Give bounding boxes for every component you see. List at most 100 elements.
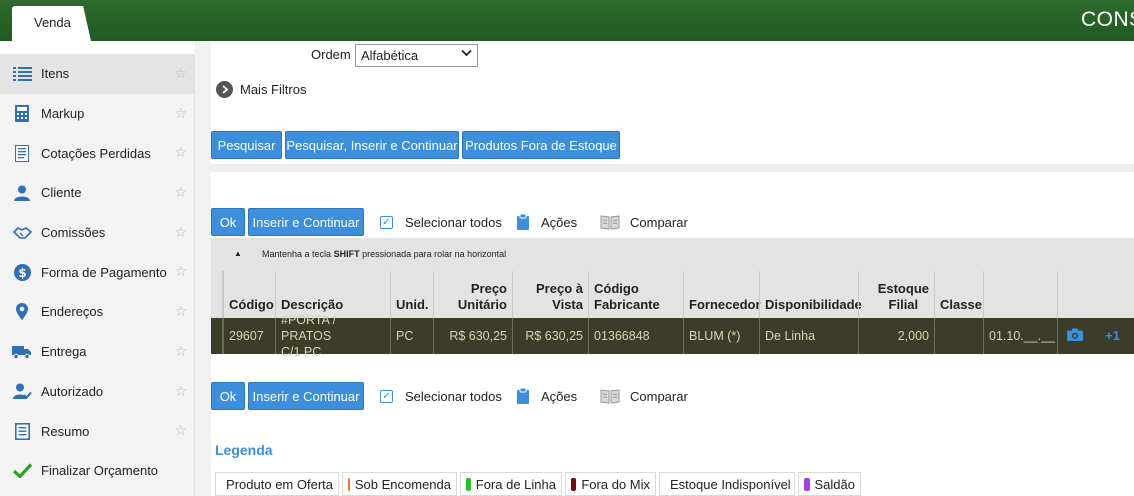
checkmark-icon xyxy=(12,461,32,481)
cell-preco-vista: R$ 630,25 xyxy=(512,318,588,354)
sidebar-item-label: Cliente xyxy=(41,185,82,201)
checkbox-icon: ✓ xyxy=(380,216,393,229)
star-icon[interactable]: ☆ xyxy=(174,65,187,82)
selecionar-todos-label: Selecionar todos xyxy=(405,389,502,404)
header-descricao[interactable]: Descrição xyxy=(275,271,390,318)
document-icon xyxy=(12,421,32,441)
sidebar-item-cliente[interactable]: Cliente ☆ xyxy=(0,173,194,213)
header-label: Classe xyxy=(940,297,982,312)
selecionar-todos-label: Selecionar todos xyxy=(405,215,502,230)
table-header: Código Descrição Unid. Preço Unitário Pre… xyxy=(211,271,1134,318)
sidebar-item-label: Autorizado xyxy=(41,383,104,399)
legend-item-saldao: Saldão xyxy=(798,472,861,496)
acoes-menu[interactable]: Ações xyxy=(517,214,577,230)
header-line: Vista xyxy=(552,297,583,312)
ordem-select[interactable]: Alfabética xyxy=(355,44,478,67)
header-label: Código xyxy=(229,297,274,312)
legend-label: Estoque Indisponível xyxy=(670,476,791,492)
caret-up-icon[interactable]: ▲ xyxy=(234,249,242,258)
mais-filtros-toggle[interactable]: Mais Filtros xyxy=(216,81,306,98)
sidebar-item-itens[interactable]: Itens ☆ xyxy=(0,54,194,94)
header-line: Unitário xyxy=(457,297,507,312)
pesquisar-button[interactable]: Pesquisar xyxy=(211,131,282,159)
legend-item-sob-encomenda: Sob Encomenda xyxy=(342,472,457,496)
header-codigo[interactable]: Código xyxy=(223,271,282,318)
clipboard-icon xyxy=(517,388,529,404)
header-line: Filial xyxy=(888,297,919,312)
star-icon[interactable]: ☆ xyxy=(174,224,187,241)
header-unid[interactable]: Unid. xyxy=(390,271,433,318)
header-label: Fornecedor xyxy=(689,297,761,312)
sidebar-item-finalizar-orcamento[interactable]: Finalizar Orçamento xyxy=(0,451,194,491)
legend-item-fora-mix: Fora do Mix xyxy=(565,472,656,496)
user-check-icon xyxy=(12,381,32,401)
sidebar-item-enderecos[interactable]: Endereços ☆ xyxy=(0,292,194,332)
star-icon[interactable]: ☆ xyxy=(174,184,187,201)
header-label: Preço à Vista xyxy=(536,281,583,313)
table-row[interactable]: 29607 #PORTA / PRATOS C/1 PC PC R$ 630,25… xyxy=(211,313,1134,359)
star-icon[interactable]: ☆ xyxy=(174,422,187,439)
header-estoque-filial[interactable]: Estoque Filial xyxy=(858,271,934,318)
star-icon[interactable]: ☆ xyxy=(174,105,187,122)
header-actions xyxy=(1057,271,1134,318)
sidebar-item-comissoes[interactable]: Comissões ☆ xyxy=(0,213,194,253)
legend-swatch xyxy=(571,477,577,491)
acoes-menu-bottom[interactable]: Ações xyxy=(517,388,577,404)
header-fornecedor[interactable]: Fornecedor xyxy=(683,271,761,318)
separator-bar xyxy=(211,164,1134,172)
header-codigo-fabricante[interactable]: Código Fabricante xyxy=(588,271,683,318)
sidebar-item-entrega[interactable]: Entrega ☆ xyxy=(0,332,194,372)
cell-data: 01.10.__.__ xyxy=(983,318,1057,354)
inserir-continuar-button[interactable]: Inserir e Continuar xyxy=(248,208,364,236)
legend-label: Produto em Oferta xyxy=(226,476,333,492)
header-preco-unitario[interactable]: Preço Unitário xyxy=(433,271,512,318)
book-icon xyxy=(600,388,620,404)
hint-suffix: pressionada para rolar na horizontal xyxy=(359,249,507,259)
star-icon[interactable]: ☆ xyxy=(174,303,187,320)
header-label: Estoque Filial xyxy=(878,281,929,313)
sidebar-item-autorizado[interactable]: Autorizado ☆ xyxy=(0,372,194,412)
sidebar-item-label: Cotações Perdidas xyxy=(41,145,151,161)
sidebar-item-forma-pagamento[interactable]: $ Forma de Pagamento ☆ xyxy=(0,252,194,292)
star-icon[interactable]: ☆ xyxy=(174,343,187,360)
header-line: Código xyxy=(594,281,639,296)
cell-estoque-filial: 2,000 xyxy=(858,318,934,354)
ok-button[interactable]: Ok xyxy=(211,208,245,236)
star-icon[interactable]: ☆ xyxy=(174,383,187,400)
sidebar-item-label: Comissões xyxy=(41,225,106,241)
legend-label: Fora do Mix xyxy=(581,476,650,492)
header-label: Unid. xyxy=(396,297,429,312)
chevron-down-icon xyxy=(461,48,472,60)
legend-swatch xyxy=(348,477,350,491)
sidebar-item-markup[interactable]: Markup ☆ xyxy=(0,94,194,134)
sidebar-item-resumo[interactable]: Resumo ☆ xyxy=(0,411,194,451)
header-disponibilidade[interactable]: Disponibilidade xyxy=(759,271,862,318)
legend-item-produto-oferta: Produto em Oferta xyxy=(215,472,339,496)
legend-label: Fora de Linha xyxy=(475,476,556,492)
produtos-fora-estoque-button[interactable]: Produtos Fora de Estoque xyxy=(462,131,620,159)
more-items-badge[interactable]: +1 xyxy=(1105,328,1120,343)
ok-button-bottom[interactable]: Ok xyxy=(211,382,245,410)
comparar-button-bottom[interactable]: Comparar xyxy=(600,388,688,404)
inserir-continuar-button-bottom[interactable]: Inserir e Continuar xyxy=(248,382,364,410)
clipboard-icon xyxy=(517,214,529,230)
comparar-button[interactable]: Comparar xyxy=(600,214,688,230)
top-bar: Venda CONS xyxy=(0,0,1134,41)
header-line: Preço xyxy=(470,281,507,296)
calculator-icon xyxy=(12,104,32,124)
checkbox-icon: ✓ xyxy=(380,390,393,403)
list-icon xyxy=(12,64,32,84)
sidebar-item-cotacoes-perdidas[interactable]: Cotações Perdidas ☆ xyxy=(0,133,194,173)
selecionar-todos-checkbox-bottom[interactable]: ✓ Selecionar todos xyxy=(380,389,502,404)
header-preco-vista[interactable]: Preço à Vista xyxy=(512,271,588,318)
sidebar-item-label: Forma de Pagamento xyxy=(41,264,167,280)
cell-descricao-text: #PORTA / PRATOS C/1 PC xyxy=(281,312,385,360)
star-icon[interactable]: ☆ xyxy=(174,263,187,280)
selecionar-todos-checkbox[interactable]: ✓ Selecionar todos xyxy=(380,215,502,230)
cell-classe xyxy=(934,318,983,354)
pesquisar-inserir-continuar-button[interactable]: Pesquisar, Inserir e Continuar xyxy=(285,131,459,159)
header-classe[interactable]: Classe xyxy=(934,271,983,318)
star-icon[interactable]: ☆ xyxy=(174,144,187,161)
camera-icon[interactable] xyxy=(1067,328,1083,341)
tab-venda[interactable]: Venda xyxy=(12,6,91,41)
